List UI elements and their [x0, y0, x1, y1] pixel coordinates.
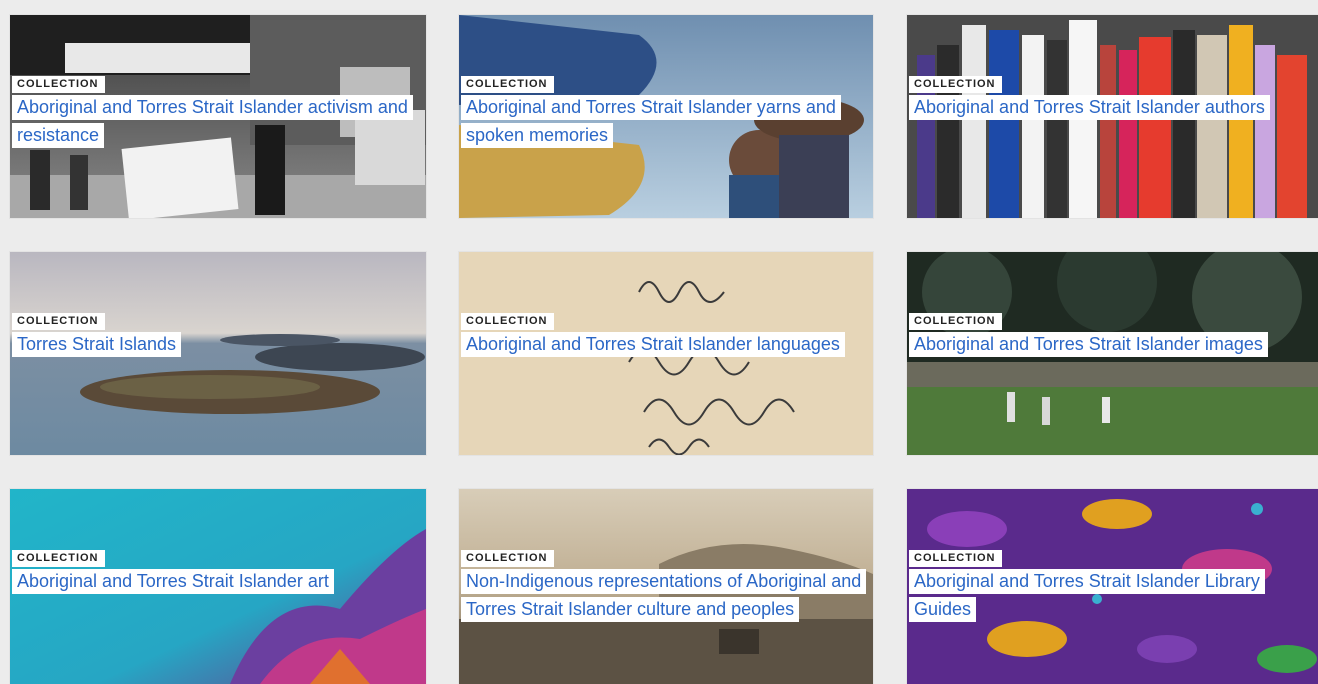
collection-title-link[interactable]: Aboriginal and Torres Strait Islander Li… — [909, 569, 1265, 622]
collection-title[interactable]: Non-Indigenous representations of Aborig… — [461, 567, 867, 623]
collection-badge: COLLECTION — [461, 550, 554, 567]
collection-title-link[interactable]: Aboriginal and Torres Strait Islander au… — [909, 95, 1270, 120]
collection-title[interactable]: Aboriginal and Torres Strait Islander ar… — [12, 567, 416, 595]
collection-badge: COLLECTION — [12, 76, 105, 93]
collection-title[interactable]: Aboriginal and Torres Strait Islander ya… — [461, 93, 863, 149]
collection-title-link[interactable]: Aboriginal and Torres Strait Islander im… — [909, 332, 1268, 357]
collection-title[interactable]: Aboriginal and Torres Strait Islander au… — [909, 93, 1308, 121]
collection-card-activism[interactable]: COLLECTION Aboriginal and Torres Strait … — [10, 15, 426, 218]
collection-title-link[interactable]: Non-Indigenous representations of Aborig… — [461, 569, 867, 622]
collection-badge: COLLECTION — [461, 313, 554, 330]
collection-badge: COLLECTION — [909, 76, 1002, 93]
collection-badge: COLLECTION — [12, 313, 105, 330]
collection-title[interactable]: Aboriginal and Torres Strait Islander im… — [909, 330, 1308, 358]
collection-title-link[interactable]: Aboriginal and Torres Strait Islander ya… — [461, 95, 841, 148]
collection-title-link[interactable]: Aboriginal and Torres Strait Islander ac… — [12, 95, 413, 148]
collection-card-library-guides[interactable]: COLLECTION Aboriginal and Torres Strait … — [907, 489, 1318, 684]
collection-title[interactable]: Aboriginal and Torres Strait Islander la… — [461, 330, 863, 358]
collection-title-link[interactable]: Aboriginal and Torres Strait Islander ar… — [12, 569, 334, 594]
collection-title[interactable]: Aboriginal and Torres Strait Islander ac… — [12, 93, 416, 149]
collection-card-non-indigenous-representations[interactable]: COLLECTION Non-Indigenous representation… — [459, 489, 873, 684]
collection-title[interactable]: Aboriginal and Torres Strait Islander Li… — [909, 567, 1308, 623]
collection-card-art[interactable]: COLLECTION Aboriginal and Torres Strait … — [10, 489, 426, 684]
collection-grid: COLLECTION Aboriginal and Torres Strait … — [0, 0, 1318, 684]
collection-badge: COLLECTION — [461, 76, 554, 93]
collection-badge: COLLECTION — [12, 550, 105, 567]
collection-title-link[interactable]: Aboriginal and Torres Strait Islander la… — [461, 332, 845, 357]
collection-card-torres-strait-islands[interactable]: COLLECTION Torres Strait Islands — [10, 252, 426, 455]
collection-title-link[interactable]: Torres Strait Islands — [12, 332, 182, 357]
collection-card-authors[interactable]: COLLECTION Aboriginal and Torres Strait … — [907, 15, 1318, 218]
collection-badge: COLLECTION — [909, 550, 1002, 567]
collection-badge: COLLECTION — [909, 313, 1002, 330]
collection-title[interactable]: Torres Strait Islands — [12, 330, 416, 358]
collection-card-images[interactable]: COLLECTION Aboriginal and Torres Strait … — [907, 252, 1318, 455]
collection-card-yarns[interactable]: COLLECTION Aboriginal and Torres Strait … — [459, 15, 873, 218]
collection-card-languages[interactable]: COLLECTION Aboriginal and Torres Strait … — [459, 252, 873, 455]
